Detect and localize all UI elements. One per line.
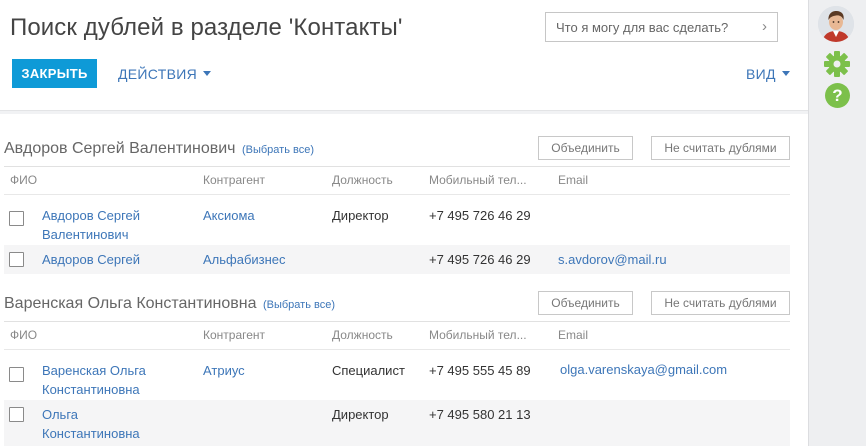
group-divider bbox=[4, 321, 790, 322]
contact-name-link[interactable]: Авдоров Сергей Валентинович bbox=[42, 206, 140, 244]
row-checkbox[interactable] bbox=[9, 211, 24, 226]
column-header-job[interactable]: Должность bbox=[332, 173, 393, 187]
mobile-phone: +7 495 555 45 89 bbox=[429, 363, 531, 378]
caret-down-icon bbox=[203, 71, 211, 76]
avatar[interactable] bbox=[818, 6, 854, 42]
mobile-phone: +7 495 726 46 29 bbox=[429, 208, 531, 223]
group-divider bbox=[4, 166, 790, 167]
name-line: Константиновна bbox=[42, 426, 140, 441]
table-row[interactable]: Авдоров Сергей Альфабизнес +7 495 726 46… bbox=[4, 245, 790, 274]
table-row[interactable]: Варенская Ольга Константиновна Атриус Сп… bbox=[4, 355, 790, 400]
view-label: ВИД bbox=[746, 66, 776, 82]
column-header-account[interactable]: Контрагент bbox=[203, 328, 265, 342]
not-duplicates-button[interactable]: Не считать дублями bbox=[651, 136, 790, 160]
column-header-job[interactable]: Должность bbox=[332, 328, 393, 342]
column-header-email[interactable]: Email bbox=[558, 328, 588, 342]
table-row[interactable]: Ольга Константиновна Директор +7 495 580… bbox=[4, 400, 790, 446]
merge-button[interactable]: Объединить bbox=[538, 291, 633, 315]
mobile-phone: +7 495 726 46 29 bbox=[429, 252, 531, 267]
actions-label: ДЕЙСТВИЯ bbox=[118, 66, 197, 82]
job-title: Директор bbox=[332, 208, 389, 223]
not-duplicates-button[interactable]: Не считать дублями bbox=[651, 291, 790, 315]
column-header-mobile[interactable]: Мобильный тел... bbox=[429, 328, 527, 342]
name-line: Авдоров Сергей bbox=[42, 208, 141, 223]
group-title: Авдоров Сергей Валентинович (Выбрать все… bbox=[4, 140, 314, 158]
header-divider bbox=[0, 110, 808, 114]
column-header-name[interactable]: ФИО bbox=[10, 328, 37, 342]
name-line: Авдоров Сергей bbox=[42, 252, 141, 267]
caret-down-icon bbox=[781, 71, 790, 76]
chevron-right-icon: › bbox=[762, 18, 767, 35]
contact-name-link[interactable]: Авдоров Сергей bbox=[42, 250, 140, 269]
row-checkbox[interactable] bbox=[9, 367, 24, 382]
email-link[interactable]: s.avdorov@mail.ru bbox=[558, 250, 667, 269]
user-avatar-icon bbox=[818, 6, 854, 42]
select-all-link[interactable]: (Выбрать все) bbox=[242, 144, 314, 156]
contact-name-link[interactable]: Варенская Ольга Константиновна bbox=[42, 361, 146, 399]
contact-name-link[interactable]: Ольга Константиновна bbox=[42, 405, 140, 443]
job-title: Директор bbox=[332, 407, 389, 422]
name-line: Варенская Ольга bbox=[42, 363, 146, 378]
job-title: Специалист bbox=[332, 363, 405, 378]
name-line: Ольга bbox=[42, 407, 79, 422]
email-link[interactable]: olga.varenskaya@gmail.com bbox=[560, 360, 727, 379]
main-panel: Поиск дублей в разделе 'Контакты' Что я … bbox=[0, 0, 808, 446]
account-link[interactable]: Альфабизнес bbox=[203, 250, 286, 269]
assistant-placeholder: Что я могу для вас сделать? bbox=[556, 20, 729, 35]
column-header-email[interactable]: Email bbox=[558, 173, 588, 187]
account-link[interactable]: Атриус bbox=[203, 361, 245, 380]
row-checkbox[interactable] bbox=[9, 252, 24, 267]
group-title-text: Авдоров Сергей Валентинович bbox=[4, 140, 236, 157]
account-link[interactable]: Аксиома bbox=[203, 206, 255, 225]
column-header-account[interactable]: Контрагент bbox=[203, 173, 265, 187]
group-title: Варенская Ольга Константиновна (Выбрать … bbox=[4, 295, 335, 313]
group-title-text: Варенская Ольга Константиновна bbox=[4, 295, 257, 312]
row-checkbox[interactable] bbox=[9, 407, 24, 422]
merge-button[interactable]: Объединить bbox=[538, 136, 633, 160]
header-divider bbox=[4, 194, 790, 195]
column-header-name[interactable]: ФИО bbox=[10, 173, 37, 187]
settings-gear-icon bbox=[824, 51, 850, 77]
assistant-input[interactable]: Что я могу для вас сделать? › bbox=[545, 12, 778, 42]
table-row[interactable]: Авдоров Сергей Валентинович Аксиома Дире… bbox=[4, 200, 790, 245]
actions-menu-button[interactable]: ДЕЙСТВИЯ bbox=[118, 66, 211, 82]
view-menu-button[interactable]: ВИД bbox=[746, 66, 790, 82]
name-line: Константиновна bbox=[42, 382, 140, 397]
header-divider bbox=[4, 349, 790, 350]
close-button[interactable]: ЗАКРЫТЬ bbox=[12, 59, 97, 88]
help-icon[interactable]: ? bbox=[825, 83, 850, 108]
gear-icon[interactable] bbox=[822, 49, 852, 79]
name-line: Валентинович bbox=[42, 227, 129, 242]
mobile-phone: +7 495 580 21 13 bbox=[429, 407, 531, 422]
select-all-link[interactable]: (Выбрать все) bbox=[263, 299, 335, 311]
column-header-mobile[interactable]: Мобильный тел... bbox=[429, 173, 527, 187]
page-title: Поиск дублей в разделе 'Контакты' bbox=[10, 14, 403, 41]
